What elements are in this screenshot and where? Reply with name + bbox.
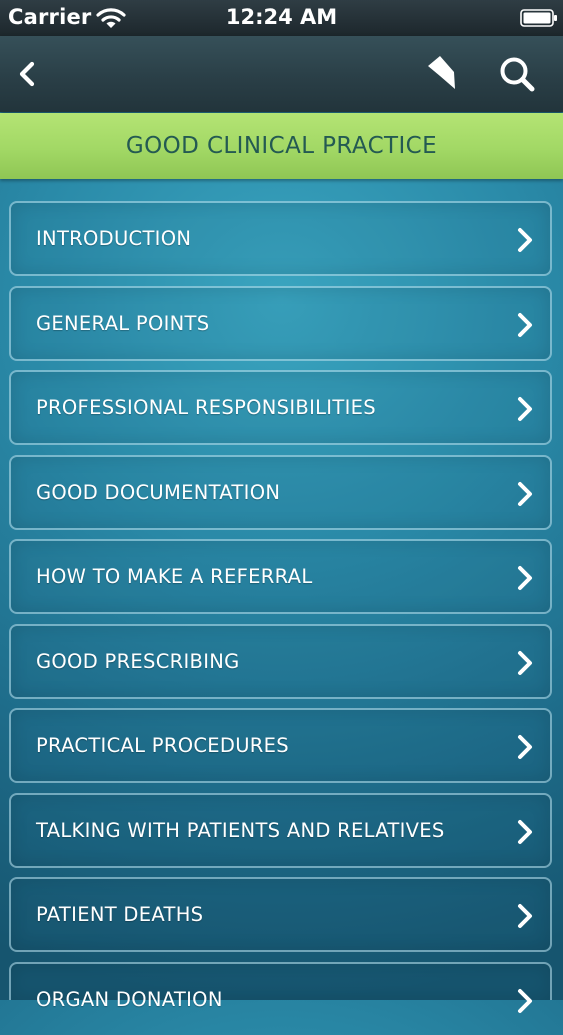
menu-item-good-documentation[interactable]: GOOD DOCUMENTATION — [9, 455, 552, 530]
menu-item-good-prescribing[interactable]: GOOD PRESCRIBING — [9, 624, 552, 699]
bookmark-button[interactable] — [418, 52, 464, 96]
menu-item-patient-deaths[interactable]: PATIENT DEATHS — [9, 877, 552, 952]
status-time: 12:24 AM — [225, 5, 338, 29]
menu-item-label: PRACTICAL PROCEDURES — [36, 734, 289, 757]
chevron-right-icon — [518, 313, 532, 337]
battery-icon — [520, 9, 557, 27]
menu-item-introduction[interactable]: INTRODUCTION — [9, 201, 552, 276]
back-button[interactable] — [8, 54, 48, 94]
menu-item-organ-donation[interactable]: ORGAN DONATION — [9, 962, 552, 1013]
chevron-right-icon — [518, 651, 532, 675]
status-bar: Carrier 12:24 AM — [0, 0, 563, 36]
chevron-left-icon — [19, 61, 35, 87]
menu-item-professional-responsibilities[interactable]: PROFESSIONAL RESPONSIBILITIES — [9, 370, 552, 445]
chevron-right-icon — [518, 735, 532, 759]
navigation-bar — [0, 36, 563, 112]
chevron-right-icon — [518, 904, 532, 928]
chevron-right-icon — [518, 228, 532, 252]
menu-item-talking-with-patients-and-relatives[interactable]: TALKING WITH PATIENTS AND RELATIVES — [9, 793, 552, 868]
chevron-right-icon — [518, 566, 532, 590]
menu-item-label: GOOD DOCUMENTATION — [36, 481, 281, 504]
menu-item-practical-procedures[interactable]: PRACTICAL PROCEDURES — [9, 708, 552, 783]
menu-item-label: GENERAL POINTS — [36, 312, 210, 335]
menu-item-general-points[interactable]: GENERAL POINTS — [9, 286, 552, 361]
menu-item-label: INTRODUCTION — [36, 227, 192, 250]
menu-item-label: TALKING WITH PATIENTS AND RELATIVES — [36, 819, 445, 842]
chevron-right-icon — [518, 820, 532, 844]
menu-item-how-to-make-a-referral[interactable]: HOW TO MAKE A REFERRAL — [9, 539, 552, 614]
menu-item-label: HOW TO MAKE A REFERRAL — [36, 565, 313, 588]
chevron-right-icon — [518, 482, 532, 506]
chevron-right-icon — [518, 397, 532, 421]
menu-item-label: PATIENT DEATHS — [36, 903, 204, 926]
section-title: GOOD CLINICAL PRACTICE — [0, 113, 563, 179]
search-button[interactable] — [494, 52, 540, 96]
search-icon — [500, 57, 535, 92]
menu-item-label: GOOD PRESCRIBING — [36, 650, 240, 673]
bookmark-icon — [428, 56, 455, 89]
menu-item-label: PROFESSIONAL RESPONSIBILITIES — [36, 396, 376, 419]
chevron-right-icon — [518, 989, 532, 1013]
